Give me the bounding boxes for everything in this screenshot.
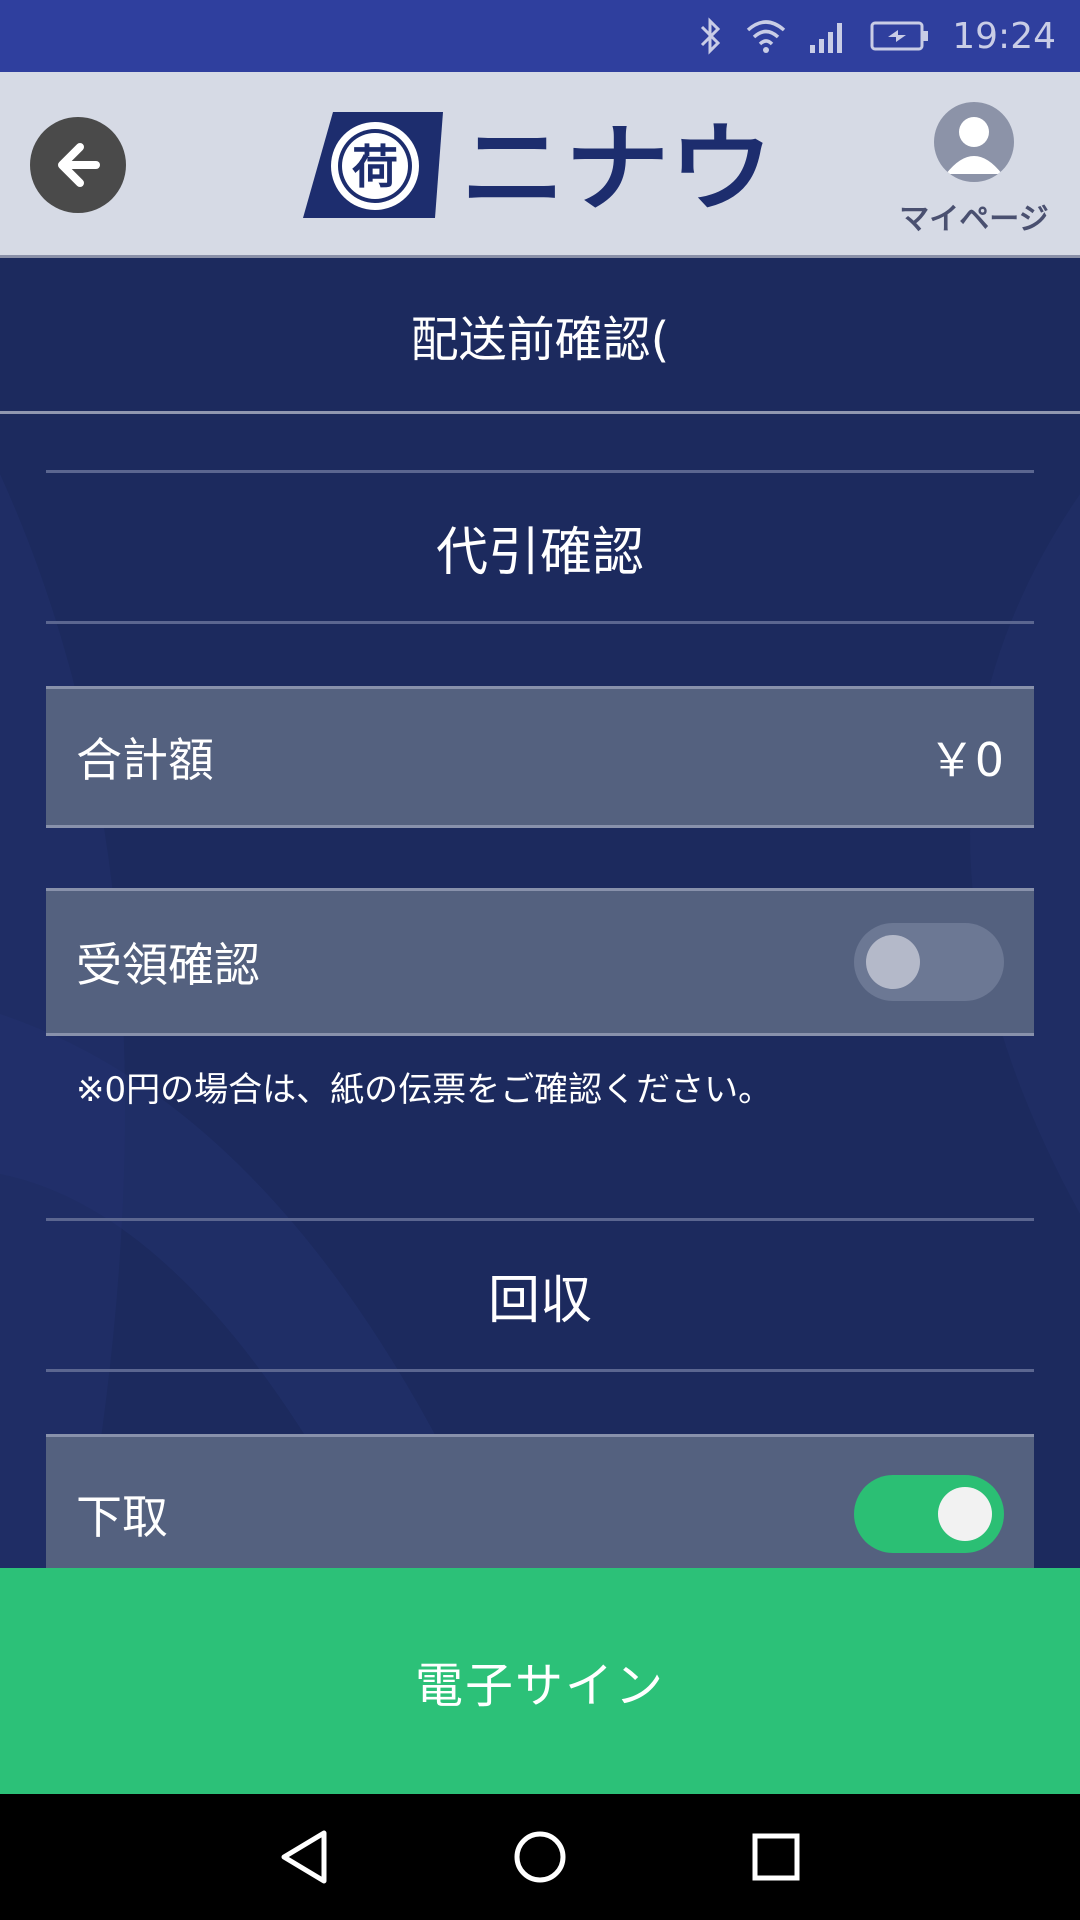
toggle-knob	[938, 1487, 992, 1541]
bluetooth-icon	[698, 16, 724, 56]
zero-yen-note: ※0円の場合は、紙の伝票をご確認ください。	[76, 1070, 773, 1110]
ninau-logo: 荷 ニナウ	[303, 112, 773, 220]
mypage-button[interactable]: マイページ	[894, 102, 1054, 242]
collect-heading-text: 回収	[487, 1270, 592, 1331]
main-content: 代引確認 合計額 ￥0 受領確認 ※0円の場合は、紙の伝票をご確認ください。 回…	[0, 414, 1080, 1568]
signal-icon	[808, 19, 848, 53]
tradein-label: 下取	[76, 1490, 168, 1544]
page-title: 配送前確認(	[410, 311, 670, 368]
toggle-knob	[866, 935, 920, 989]
status-time: 19:24	[952, 15, 1056, 57]
collect-section-heading: 回収	[46, 1218, 1034, 1372]
tradein-toggle[interactable]	[854, 1475, 1004, 1553]
e-signature-label: 電子サイン	[414, 1658, 665, 1714]
cod-section-heading: 代引確認	[46, 470, 1034, 624]
back-button[interactable]	[30, 117, 126, 213]
mypage-label: マイページ	[899, 202, 1049, 237]
logo-text: ニナウ	[461, 113, 773, 220]
wifi-icon	[746, 18, 786, 54]
cod-heading-text: 代引確認	[435, 522, 644, 583]
nav-back-icon[interactable]	[274, 1827, 334, 1887]
system-nav-bar	[0, 1794, 1080, 1920]
total-amount-row: 合計額 ￥0	[46, 686, 1034, 828]
receipt-confirm-row: 受領確認	[46, 888, 1034, 1036]
app-header: 荷 ニナウ マイページ	[0, 72, 1080, 258]
page-title-bar: 配送前確認(	[0, 258, 1080, 414]
status-bar: 19:24	[0, 0, 1080, 72]
nav-recents-icon[interactable]	[746, 1827, 806, 1887]
total-value: ￥0	[928, 733, 1004, 787]
arrow-left-icon	[58, 143, 100, 187]
e-signature-button[interactable]: 電子サイン	[0, 1568, 1080, 1794]
battery-charging-icon	[870, 20, 930, 52]
logo-mark: 荷	[352, 140, 398, 194]
receipt-toggle[interactable]	[854, 923, 1004, 1001]
receipt-label: 受領確認	[76, 938, 260, 992]
user-avatar-icon	[934, 102, 1014, 182]
nav-home-icon[interactable]	[510, 1827, 570, 1887]
tradein-row: 下取	[46, 1434, 1034, 1568]
total-label: 合計額	[76, 733, 214, 787]
